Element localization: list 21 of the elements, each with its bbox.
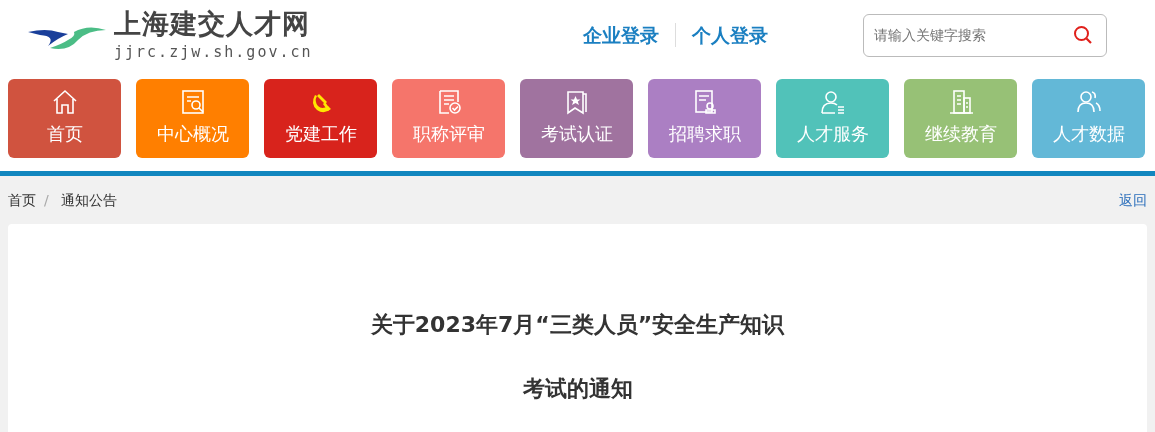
search-icon[interactable]: [1073, 24, 1093, 45]
nav-tile[interactable]: 考试认证: [520, 79, 633, 158]
login-link[interactable]: 企业登录: [582, 20, 659, 50]
article-title: 考试的通知: [521, 376, 634, 403]
breadcrumb-link[interactable]: 通知公告: [60, 189, 117, 211]
nav-tile[interactable]: 中心概况: [136, 79, 249, 158]
search-field[interactable]: 请输入关键字搜索: [863, 13, 1107, 57]
breadcrumb-separator: /: [44, 190, 49, 210]
breadcrumb-link[interactable]: 首页: [8, 189, 36, 211]
nav-tile[interactable]: 人才数据: [1032, 79, 1145, 158]
nav-tile[interactable]: 人才服务: [776, 79, 889, 158]
article-title: 关于2023年7月“三类人员”安全生产知识: [369, 312, 786, 339]
back-link[interactable]: 返回: [1119, 189, 1147, 211]
nav-tile[interactable]: 党建工作: [264, 79, 377, 158]
site-url: jjrc.zjw.sh.gov.cn: [114, 45, 313, 60]
user-list-icon: [818, 88, 847, 116]
nav-tile[interactable]: 职称评审: [392, 79, 505, 158]
login-link[interactable]: 个人登录: [691, 20, 768, 50]
nav-tile[interactable]: 首页: [8, 79, 121, 158]
nav-tile[interactable]: 招聘求职: [648, 79, 761, 158]
site-name: 上海建交人才网: [114, 10, 311, 37]
